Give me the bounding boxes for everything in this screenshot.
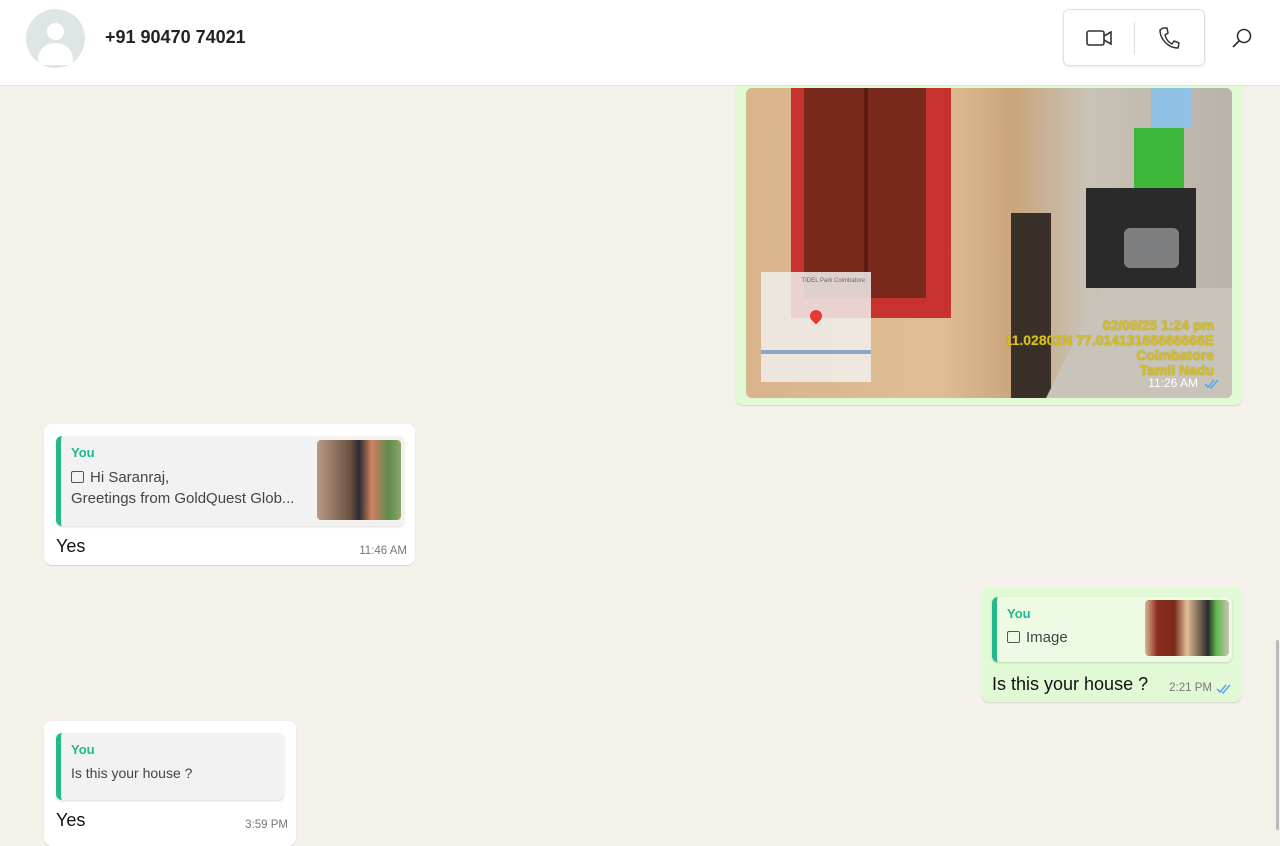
double-check-icon <box>1204 379 1219 389</box>
quote-line: Hi Saranraj, <box>90 469 170 486</box>
image-message: TIDEL Park Coimbatore 02/09/25 1:24 pm 1… <box>735 86 1243 405</box>
quote-text: Image <box>1007 627 1068 648</box>
incoming-message: You Hi Saranraj, Greetings from GoldQues… <box>44 424 415 565</box>
video-camera-icon <box>1085 29 1112 46</box>
quote-text: Is this your house ? <box>71 765 193 781</box>
image-icon <box>1007 631 1020 643</box>
message-time: 2:21 PM <box>1169 682 1212 694</box>
quote-thumbnail <box>1145 600 1229 656</box>
quote-author: You <box>71 742 95 757</box>
image-icon <box>71 471 84 483</box>
double-check-icon <box>1216 684 1231 694</box>
phone-icon <box>1159 26 1180 49</box>
quoted-message[interactable]: You Image <box>992 597 1232 662</box>
contact-name[interactable]: +91 90470 74021 <box>105 27 246 48</box>
map-thumbnail: TIDEL Park Coimbatore <box>761 272 871 382</box>
quote-line: Greetings from GoldQuest Glob... <box>71 490 295 507</box>
map-pin-icon <box>807 307 825 325</box>
message-text: Is this your house ? <box>992 674 1149 694</box>
outgoing-message: You Image Is this your house ? 2:21 PM <box>981 587 1242 702</box>
quoted-message[interactable]: You Hi Saranraj, Greetings from GoldQues… <box>56 436 404 526</box>
message-time: 11:46 AM <box>359 545 407 557</box>
message-time: 3:59 PM <box>245 819 288 831</box>
message-text: Yes <box>56 536 86 556</box>
quote-author: You <box>1007 606 1031 621</box>
quote-line: Image <box>1026 629 1068 646</box>
search-icon <box>1232 28 1252 48</box>
quote-author: You <box>71 445 95 460</box>
stamp-datetime: 02/09/25 1:24 pm <box>1102 317 1214 333</box>
photo-stamp: 02/09/25 1:24 pm 11.02802N 77.0141316666… <box>1005 318 1214 378</box>
message-text: Yes <box>56 810 86 830</box>
stamp-coords: 11.02802N 77.01413166666666E <box>1004 332 1214 348</box>
incoming-message: You Is this your house ? Yes 3:59 PM <box>44 721 296 846</box>
call-buttons <box>1063 9 1205 66</box>
quote-text: Hi Saranraj, Greetings from GoldQuest Gl… <box>71 467 294 509</box>
video-call-button[interactable] <box>1064 10 1134 65</box>
house-photo[interactable]: TIDEL Park Coimbatore 02/09/25 1:24 pm 1… <box>746 88 1232 398</box>
chat-header: +91 90470 74021 <box>0 0 1280 86</box>
scrollbar[interactable] <box>1276 640 1279 830</box>
map-label: TIDEL Park Coimbatore <box>801 278 865 284</box>
message-time: 11:26 AM <box>1148 376 1198 390</box>
quoted-message[interactable]: You Is this your house ? <box>56 733 284 800</box>
contact-avatar[interactable] <box>26 9 85 68</box>
voice-call-button[interactable] <box>1135 10 1205 65</box>
search-button[interactable] <box>1228 24 1256 52</box>
quote-thumbnail <box>317 440 401 520</box>
stamp-city: Coimbatore <box>1136 347 1214 363</box>
